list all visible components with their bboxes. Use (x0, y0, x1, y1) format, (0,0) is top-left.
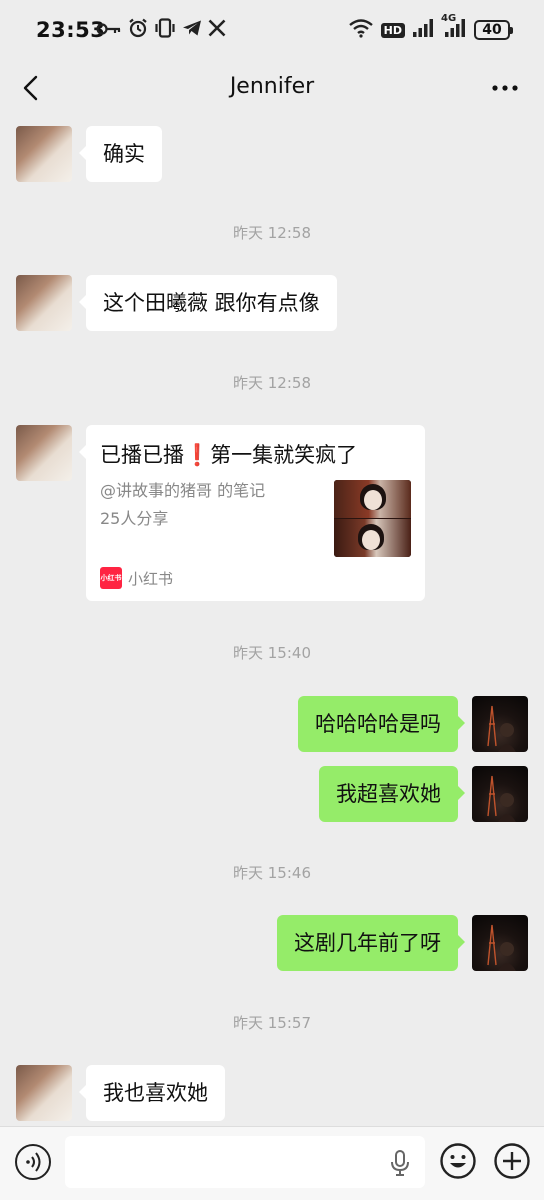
status-bar: 23:53 HD 4G 40 (0, 0, 544, 62)
card-share-count: 25人分享 (100, 509, 169, 528)
message-text: 哈哈哈哈是吗 (315, 712, 441, 736)
message-list[interactable]: 确实 昨天 12:58 这个田曦薇 跟你有点像 昨天 12:58 已播已播❗第一… (0, 114, 544, 1126)
card-footer: 小红书 小红书 (100, 567, 173, 589)
contact-avatar[interactable] (16, 1065, 72, 1121)
my-avatar[interactable] (472, 915, 528, 971)
message-bubble-incoming[interactable]: 我也喜欢她 (79, 1065, 225, 1121)
message-bubble-outgoing[interactable]: 我超喜欢她 (319, 766, 465, 822)
xiaohongshu-logo-icon: 小红书 (100, 567, 122, 589)
more-icon (492, 85, 518, 91)
card-thumbnail (334, 480, 411, 557)
signal-4g-icon: 4G (441, 13, 467, 42)
message-timestamp: 昨天 12:58 (233, 374, 311, 392)
message-bubble-outgoing[interactable]: 哈哈哈哈是吗 (298, 696, 465, 752)
message-input[interactable] (65, 1136, 425, 1188)
message-timestamp: 昨天 15:57 (233, 1014, 311, 1032)
message-bubble-incoming[interactable]: 确实 (79, 126, 162, 182)
message-text: 这个田曦薇 跟你有点像 (103, 291, 320, 315)
status-time: 23:53 (36, 18, 106, 42)
emoji-icon (440, 1143, 476, 1179)
my-avatar[interactable] (472, 696, 528, 752)
key-icon (96, 21, 122, 40)
message-timestamp: 昨天 15:40 (233, 644, 311, 662)
shared-note-card[interactable]: 已播已播❗第一集就笑疯了 @讲故事的猪哥 的笔记 25人分享 小红书 小红书 (79, 425, 425, 601)
x-icon (208, 19, 226, 41)
telegram-icon (182, 19, 202, 41)
emoji-button[interactable] (439, 1142, 477, 1180)
battery-icon: 40 (474, 20, 513, 40)
contact-avatar[interactable] (16, 425, 72, 481)
chat-title: Jennifer (229, 74, 315, 99)
message-timestamp: 昨天 15:46 (233, 864, 311, 882)
message-text: 确实 (103, 142, 145, 166)
more-button[interactable] (490, 76, 520, 100)
more-functions-button[interactable] (493, 1142, 531, 1180)
nav-bar: Jennifer (0, 62, 544, 114)
network-label: 4G (441, 13, 457, 24)
status-notification-icons (96, 18, 226, 42)
vibrate-icon (154, 18, 176, 42)
message-text: 我也喜欢她 (103, 1081, 208, 1105)
voice-icon (26, 1152, 41, 1172)
message-timestamp: 昨天 12:58 (233, 224, 311, 242)
input-bar (0, 1126, 544, 1200)
status-system-icons: HD 4G 40 (348, 13, 513, 42)
message-bubble-incoming[interactable]: 这个田曦薇 跟你有点像 (79, 275, 337, 331)
message-text: 这剧几年前了呀 (294, 931, 441, 955)
message-bubble-outgoing[interactable]: 这剧几年前了呀 (277, 915, 465, 971)
card-description: @讲故事的猪哥 的笔记 25人分享 (100, 477, 265, 533)
hd-icon: HD (380, 22, 405, 38)
alarm-icon (128, 18, 148, 42)
voice-mode-button[interactable] (15, 1144, 51, 1180)
card-title: 已播已播❗第一集就笑疯了 (100, 443, 358, 467)
contact-avatar[interactable] (16, 275, 72, 331)
chat-screen: 23:53 HD 4G 40 Jennifer 确实 昨天 12:58 这个田曦… (0, 0, 544, 1200)
wifi-icon (348, 18, 374, 42)
signal-icon (412, 18, 434, 42)
message-text: 我超喜欢她 (336, 782, 441, 806)
card-author: @讲故事的猪哥 的笔记 (100, 481, 266, 500)
contact-avatar[interactable] (16, 126, 72, 182)
my-avatar[interactable] (472, 766, 528, 822)
microphone-icon[interactable] (388, 1149, 412, 1177)
plus-icon (494, 1143, 530, 1179)
card-source: 小红书 (128, 569, 174, 588)
